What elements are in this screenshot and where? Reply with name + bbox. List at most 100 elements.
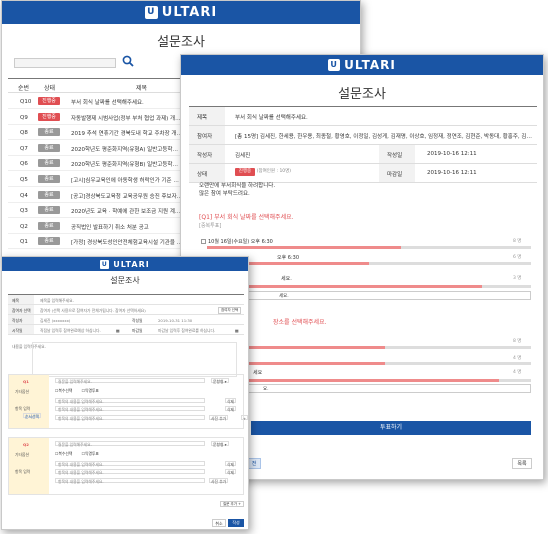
brand-header: U ULTARI (2, 257, 248, 271)
row-title[interactable]: 2020년도 교육 · 학예에 관한 보조금 지원 계획 공고 (71, 207, 183, 215)
item-input[interactable]: 항목의 내용을 입력해주세요. (55, 406, 205, 412)
survey-form-table: 제목 제목을 입력해주세요. 참여자 선택 참여자 (선택 사용으로 참여자가 … (8, 294, 244, 335)
item-input[interactable]: 항목의 내용을 입력해주세요. (55, 461, 205, 467)
row-number: Q2 (20, 223, 28, 230)
participants-input[interactable]: 참여자 (선택 사용으로 참여자가 전체가됩니다. 참여자 선택하세요) (40, 308, 190, 314)
calendar-icon[interactable]: ▦ (116, 328, 120, 333)
survey-notice: 오랜만에 부서회식을 하려합니다. 많은 참여 부탁드려요. (199, 182, 275, 198)
item-input[interactable]: 항목의 내용을 입력해주세요. (55, 469, 205, 475)
row-title[interactable]: 자동발행제 시범사업(정부 부처 협업 과제) 개발 수요조사 (71, 114, 183, 122)
option-label: 익명투표 (85, 388, 99, 393)
status-badge: 종료 (38, 159, 60, 168)
answer-input[interactable]: 세요. (207, 291, 531, 300)
vote-bar (207, 379, 531, 382)
brand-header: U ULTARI (2, 1, 360, 24)
participants-label: 참여자 (189, 126, 225, 144)
checkbox-icon[interactable] (201, 239, 206, 244)
status-badge: 진행중 (235, 168, 255, 176)
delete-item-button[interactable]: 삭제 (225, 461, 236, 467)
row-title[interactable]: 공직법인 발표하기 취소 처분 공고 (71, 223, 183, 231)
question-input[interactable]: 질문을 입력해주세요. (55, 441, 205, 447)
row-title[interactable]: 2020학년도 평준화지역(유형B) 일반고등학교 입학 (71, 160, 183, 168)
row-title[interactable]: [공고]경상북도교육청 교육공무원 승진 후보자 가산 (71, 192, 183, 200)
vote-button[interactable]: 투표하기 (251, 421, 531, 435)
participants-value: [총 15명] 김세진, 한세용, 한우용, 최종철, 황영호, 이정일, 김성… (235, 134, 535, 140)
options-label: 기타옵션 (15, 389, 29, 394)
start-date-input[interactable]: 직접날 입력후 참여완료예상 하십니다. (40, 328, 101, 334)
save-button[interactable]: 작성 (228, 519, 244, 527)
select-participants-button[interactable]: 참여자 선택 (218, 307, 242, 314)
col-status: 상태 (44, 85, 56, 92)
row-title[interactable]: 2020학년도 평준화지역(유형A) 일반고등학교 입학 (71, 145, 183, 153)
vote-bar (207, 246, 531, 249)
page-title: 설문조사 (157, 35, 205, 50)
row-title[interactable]: 부서 회식 날짜를 선택해주세요. (71, 98, 183, 106)
status-label: 상태 (189, 164, 225, 182)
ultari-logo-icon: U (144, 6, 158, 19)
search-icon[interactable] (122, 55, 136, 69)
question-number: Q2 (23, 442, 29, 447)
survey-form-window: U ULTARI 설문조사 제목 제목을 입력해주세요. 참여자 선택 참여자 … (1, 256, 249, 530)
question-type-select[interactable]: 문항형 ▾ (211, 441, 229, 447)
content-textarea[interactable] (32, 342, 237, 377)
delete-item-button[interactable]: 삭제 (225, 469, 236, 475)
vote-bar (207, 285, 531, 288)
item-input[interactable]: 항목의 내용을 입력해주세요. (55, 398, 205, 404)
add-question-button[interactable]: 질문 추가 + (220, 501, 245, 507)
option-checkbox[interactable]: 10월 16일(수요일) 오후 6:30 (201, 238, 273, 245)
row-number: Q10 (20, 99, 32, 105)
add-photo-button[interactable]: 사진 추가 (209, 415, 229, 421)
notice-line: 오랜만에 부서회식을 하려합니다. (199, 183, 276, 189)
add-item-button[interactable]: + (241, 415, 248, 421)
items-label: 항목 입력 (15, 406, 31, 411)
list-button[interactable]: 목록 (512, 458, 532, 469)
status-badge: 종료 (38, 175, 60, 183)
page-title: 설문조사 (110, 276, 140, 285)
col-title: 제목 (136, 85, 148, 92)
status-note: (참여인원 : 10명) (256, 169, 292, 174)
brand-name: ULTARI (113, 259, 150, 269)
vote-bar (207, 346, 531, 349)
vote-count: 8 명 (513, 339, 522, 344)
deadline-value: 2019-10-16 12:11 (427, 170, 477, 176)
row-number: Q7 (20, 145, 28, 152)
vote-count: 8 명 (513, 239, 522, 244)
option-label: 익명투표 (85, 451, 99, 456)
row-title[interactable]: [가정] 경상북도성인안전체험교육시설 기관을 공모진 (71, 238, 183, 246)
question-1-title: [Q1] 부서 회식 날짜를 선택해주세요. (199, 214, 294, 221)
row-title[interactable]: [고시]심우교육인에 아동학생 허락인가 기준 및 이던 (71, 176, 183, 184)
page-title: 설문조사 (338, 87, 386, 102)
title-input[interactable]: 제목을 입력해주세요. (40, 298, 74, 304)
options-label: 기타옵션 (15, 452, 29, 457)
delete-item-button[interactable]: 삭제 (225, 406, 236, 412)
order-select[interactable]: 순서선택 (23, 413, 41, 419)
add-photo-button[interactable]: 사진 추가 (209, 478, 229, 484)
vote-count: 4 명 (513, 356, 522, 361)
form-label: 작성일 (132, 318, 143, 323)
row-title[interactable]: 2019 추석 연휴기간 경북도내 학교 주차장 개방 안내 (71, 129, 183, 137)
form-label: 작성자 (8, 315, 34, 324)
row-number: Q9 (20, 114, 28, 121)
calendar-icon[interactable]: ▦ (235, 328, 239, 333)
title-value: 부서 회식 날짜를 선택해주세요. (235, 115, 308, 121)
vote-count: 4 명 (513, 370, 522, 375)
brand-name: ULTARI (344, 58, 396, 72)
vote-count: 6 명 (513, 255, 522, 260)
item-input[interactable]: 항목의 내용을 입력해주세요. (55, 478, 205, 484)
search-input[interactable] (14, 58, 116, 68)
status-badge: 종료 (38, 190, 60, 199)
cancel-button[interactable]: 취소 (212, 519, 226, 527)
back-button[interactable]: 전 (247, 458, 261, 469)
status-badge: 종료 (38, 221, 60, 230)
created-value: 2019-10-31 11:30 (158, 318, 193, 323)
deadline-input[interactable]: 마감날 입력후 참여완료를 하십니다. (158, 328, 215, 334)
author-value: 김세진 (235, 153, 251, 159)
question-type-select[interactable]: 문항형 ▾ (211, 378, 229, 384)
delete-item-button[interactable]: 삭제 (225, 398, 236, 404)
vote-bar-fill (207, 246, 402, 249)
answer-input[interactable]: 요. (207, 384, 531, 393)
vote-bar (207, 362, 531, 365)
question-input[interactable]: 질문을 입력해주세요. (55, 378, 205, 384)
item-input[interactable]: 항목의 내용을 입력해주세요. (55, 415, 205, 421)
question-2-title: 장소를 선택해주세요. (273, 319, 327, 326)
